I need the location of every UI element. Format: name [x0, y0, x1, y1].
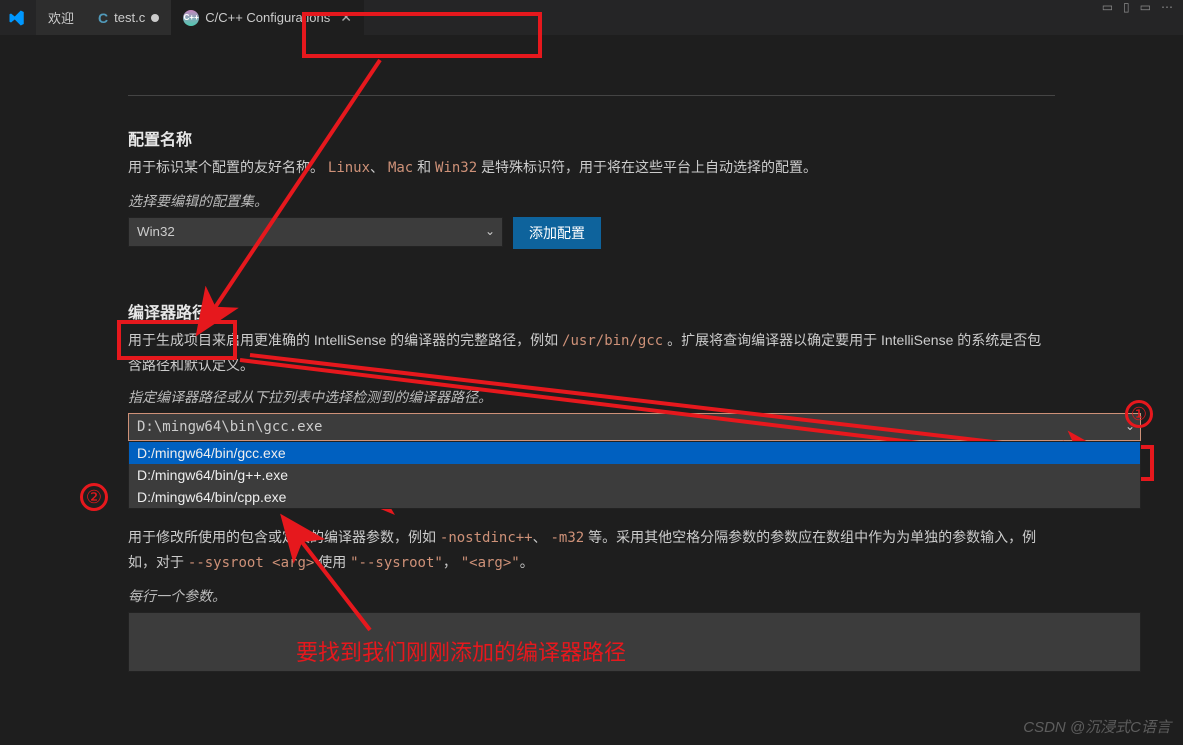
tab-welcome[interactable]: 欢迎 — [36, 0, 86, 35]
chevron-down-icon[interactable]: ⌄ — [1125, 419, 1135, 433]
config-content: 配置名称 用于标识某个配置的友好名称。 Linux、 Mac 和 Win32 是… — [0, 35, 1183, 692]
dropdown-option[interactable]: D:/mingw64/bin/cpp.exe — [129, 486, 1140, 508]
compiler-args-input[interactable] — [128, 612, 1141, 672]
config-name-heading: 配置名称 — [128, 126, 1055, 150]
compiler-path-heading: 编译器路径 — [128, 299, 1055, 323]
tab-label: test.c — [114, 10, 145, 25]
add-config-button[interactable]: 添加配置 — [513, 217, 601, 249]
tab-label: C/C++ Configurations — [205, 10, 330, 25]
compiler-path-input[interactable] — [128, 413, 1141, 441]
more-icon[interactable]: ⋯ — [1161, 0, 1173, 14]
config-name-hint: 选择要编辑的配置集。 — [128, 191, 1055, 211]
config-name-desc: 用于标识某个配置的友好名称。 Linux、 Mac 和 Win32 是特殊标识符… — [128, 156, 1055, 181]
compiler-path-combo: ⌄ D:/mingw64/bin/gcc.exe D:/mingw64/bin/… — [128, 413, 1141, 441]
tab-bar: 欢迎 C test.c C++ C/C++ Configurations ✕ ▭… — [0, 0, 1183, 35]
close-icon[interactable]: ✕ — [340, 9, 352, 26]
dropdown-option[interactable]: D:/mingw64/bin/gcc.exe — [129, 442, 1140, 464]
layout-icon[interactable]: ▭ — [1102, 0, 1113, 14]
divider — [128, 95, 1055, 96]
compiler-path-hint: 指定编译器路径或从下拉列表中选择检测到的编译器路径。 — [128, 387, 1055, 407]
c-file-icon: C — [98, 10, 108, 26]
compiler-path-dropdown: D:/mingw64/bin/gcc.exe D:/mingw64/bin/g+… — [128, 441, 1141, 509]
compiler-args-hint: 每行一个参数。 — [128, 586, 1055, 606]
layout-icon[interactable]: ▯ — [1123, 0, 1130, 14]
watermark: CSDN @沉浸式C语言 — [1023, 716, 1171, 737]
config-set-select[interactable]: Win32 — [128, 217, 503, 247]
tab-label: 欢迎 — [48, 8, 74, 27]
compiler-path-desc: 用于生成项目来启用更准确的 IntelliSense 的编译器的完整路径，例如 … — [128, 329, 1055, 378]
tab-testc[interactable]: C test.c — [86, 0, 171, 35]
dropdown-option[interactable]: D:/mingw64/bin/g++.exe — [129, 464, 1140, 486]
vscode-icon — [8, 9, 26, 27]
layout-icon[interactable]: ▭ — [1140, 0, 1151, 14]
compiler-args-desc: 用于修改所使用的包含或定义的编译器参数，例如 -nostdinc++、 -m32… — [128, 526, 1055, 576]
title-actions: ▭ ▯ ▭ ⋯ — [1102, 0, 1173, 14]
tab-cpp-config[interactable]: C++ C/C++ Configurations ✕ — [171, 0, 364, 35]
cpp-config-icon: C++ — [183, 10, 199, 26]
dirty-indicator — [151, 14, 159, 22]
